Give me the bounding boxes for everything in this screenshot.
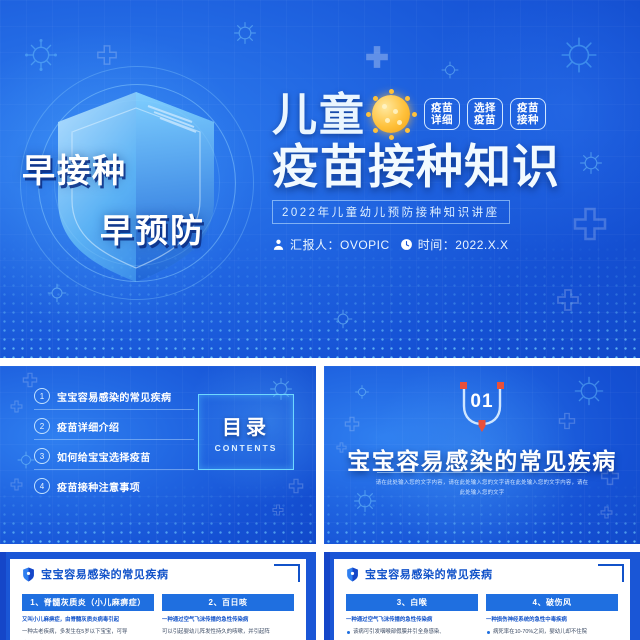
contents-item-number: 1 [34,388,50,404]
medical-cross-icon [366,46,388,68]
content-header-title: 宝宝容易感染的常见疾病 [365,569,493,581]
badge-line2: 详细 [431,114,454,126]
medical-cross-icon [558,412,576,430]
thumbnail-gutter [316,552,324,640]
shield-icon [23,567,34,581]
thumbnail-gutter [0,544,640,552]
slide-section-01[interactable]: 01 宝宝容易感染的常见疾病 请在此处输入您的文字内容，请在此处输入您的文字请在… [324,366,640,544]
particle-dots-decor [0,236,640,358]
medical-cross-icon [10,400,23,413]
section-title: 宝宝容易感染的常见疾病 [347,448,617,474]
contents-item[interactable]: 3 如何给宝宝选择疫苗 [34,448,194,470]
disease-card-line: 一种古老疾病，多发生在5岁以下宝宝，可导 [22,628,128,635]
shield-slogan-line1: 早接种 [22,152,127,189]
title-badge[interactable]: 疫苗 接种 [510,98,547,130]
content-header: 宝宝容易感染的常见疾病 [22,566,169,582]
left-accent-bar [0,552,6,640]
disease-card-lead: 一种通过空气飞沫传播的急性传染病 [162,617,249,623]
title-badge-group: 疫苗 详细 选择 疫苗 疫苗 接种 [424,98,547,130]
thumbnail-gutter [316,366,324,544]
badge-line2: 接种 [517,114,540,126]
contents-title-box: 目录 CONTENTS [198,394,294,470]
disease-card-lead: 一种通过空气飞沫传播的急性传染病 [346,617,433,623]
virus-decor-icon [234,22,256,44]
slide-thumbnail-deck: 早接种 早预防 儿童 疫苗 详细 选择 疫苗 疫苗 接种 疫苗接种知识 2022… [0,0,640,640]
section-number: 01 [470,391,494,412]
virus-decor-icon [441,61,459,79]
shield-icon [347,567,358,581]
disease-card[interactable]: 4、破伤风 一种损伤神经系统的急性中毒疾病 病死率在10-70%之间，婴幼儿却不… [486,594,618,640]
virus-decor-icon [561,37,597,73]
disease-card[interactable]: 1、脊髓灰质炎（小儿麻痹症） 又叫小儿麻痹症，由脊髓灰质炎病毒引起 一种古老疾病… [22,594,154,640]
particle-dots-decor [324,483,640,544]
slide-content-diseases-2[interactable]: 宝宝容易感染的常见疾病 3、白喉 一种通过空气飞沫传播的急性传染病 该病可引发咽… [324,552,640,640]
disease-card-title: 2、百日咳 [162,594,294,611]
particle-dots-decor [0,483,316,544]
disease-card-title: 1、脊髓灰质炎（小儿麻痹症） [22,594,154,611]
corner-bracket-decor [274,564,300,582]
badge-line1: 选择 [474,102,497,114]
content-header: 宝宝容易感染的常见疾病 [346,566,493,582]
disease-card-line: 该病可引发咽喉部假膜并引全身感染、 [346,628,478,637]
disease-card-lead: 又叫小儿麻痹症，由脊髓灰质炎病毒引起 [22,617,120,623]
contents-title-zh: 目录 [222,417,270,439]
disease-card-line: 可以引起婴幼儿阵发性持久的咳嗽，并引起阵 [162,628,270,635]
title-block: 儿童 疫苗 详细 选择 疫苗 疫苗 接种 疫苗接种知识 2022年儿童幼儿预防接… [272,88,638,253]
disease-card-lead: 一种损伤神经系统的急性中毒疾病 [486,617,567,623]
virus-decor-icon [574,376,604,406]
disease-card-title: 4、破伤风 [486,594,618,611]
title-badge[interactable]: 选择 疫苗 [467,98,504,130]
badge-line1: 疫苗 [517,102,540,114]
corner-bracket-decor [598,564,624,582]
slide-title[interactable]: 早接种 早预防 儿童 疫苗 详细 选择 疫苗 疫苗 接种 疫苗接种知识 2022… [0,0,640,358]
title-badge[interactable]: 疫苗 详细 [424,98,461,130]
contents-item-label: 如何给宝宝选择疫苗 [57,452,151,464]
disease-card-title: 3、白喉 [346,594,478,611]
medical-cross-icon [22,372,38,388]
contents-item-label: 宝宝容易感染的常见疾病 [57,392,172,404]
badge-line1: 疫苗 [431,102,454,114]
badge-line2: 疫苗 [474,114,497,126]
disease-card[interactable]: 2、百日咳 一种通过空气飞沫传播的急性传染病 可以引起婴幼儿阵发性持久的咳嗽，并… [162,594,294,640]
content-header-title: 宝宝容易感染的常见疾病 [41,569,169,581]
contents-title-en: CONTENTS [214,443,278,453]
disease-card-line: 病死率在10-70%之间，婴幼儿却不住院 [486,628,618,637]
section-divider [377,472,587,473]
thumbnail-gutter [0,358,640,366]
slide-contents[interactable]: 1 宝宝容易感染的常见疾病 2 疫苗详细介绍 3 如何给宝宝选择疫苗 4 疫苗接… [0,366,316,544]
title-subtitle: 2022年儿童幼儿预防接种知识讲座 [272,199,510,224]
virus-icon [365,88,417,140]
contents-item-number: 3 [34,448,50,464]
virus-decor-icon [355,385,369,399]
title-line1: 儿童 [272,88,367,140]
title-line2: 疫苗接种知识 [272,140,560,193]
virus-decor-icon [17,451,35,469]
left-accent-bar [324,552,330,640]
section-number-badge: 01 [452,380,512,434]
contents-item[interactable]: 2 疫苗详细介绍 [34,418,194,440]
contents-item-number: 2 [34,418,50,434]
disease-card[interactable]: 3、白喉 一种通过空气飞沫传播的急性传染病 该病可引发咽喉部假膜并引全身感染、 … [346,594,478,640]
slide-content-diseases-1[interactable]: 宝宝容易感染的常见疾病 1、脊髓灰质炎（小儿麻痹症） 又叫小儿麻痹症，由脊髓灰质… [0,552,316,640]
contents-item-label: 疫苗详细介绍 [57,422,120,434]
medical-cross-icon [344,416,360,432]
contents-item[interactable]: 1 宝宝容易感染的常见疾病 [34,388,194,410]
